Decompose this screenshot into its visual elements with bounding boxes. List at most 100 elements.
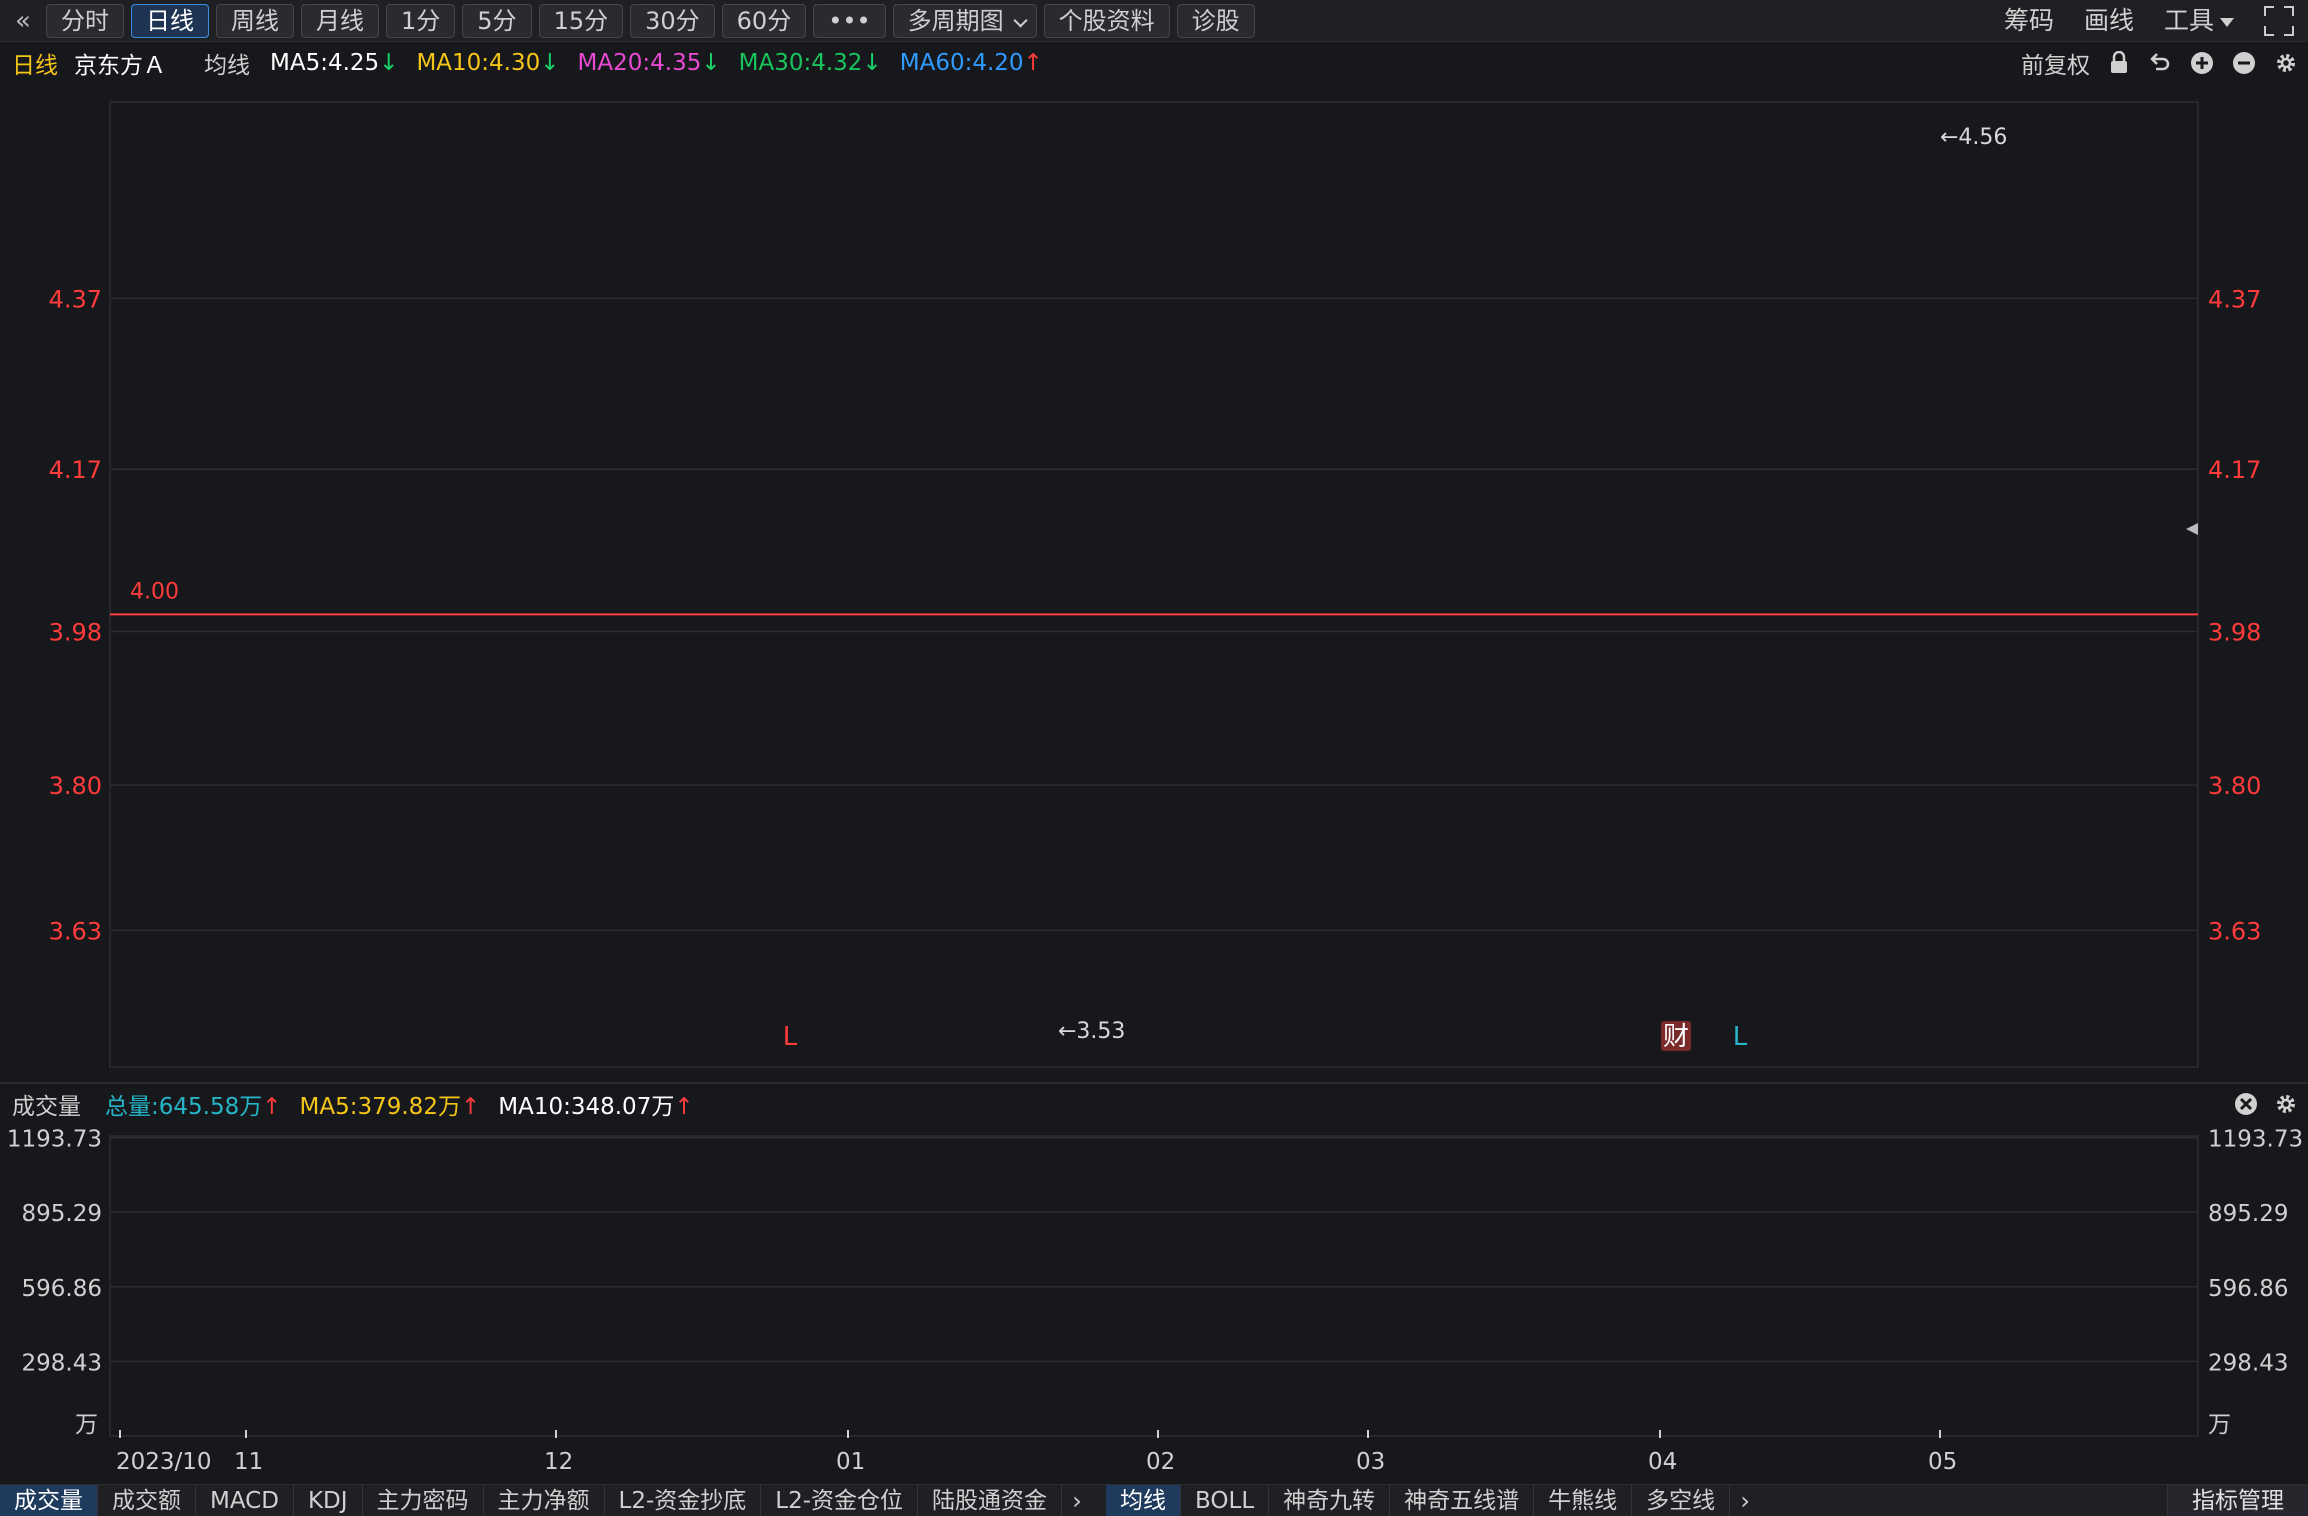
month-label: 01	[836, 1449, 866, 1475]
volume-tick-left: 1193.73	[7, 1127, 102, 1153]
lock-icon[interactable]	[2108, 51, 2130, 75]
legend-value-0: 总量:645.58万	[105, 1094, 263, 1120]
reference-line-label: 4.00	[130, 579, 179, 604]
volume-tick-left: 895.29	[22, 1201, 102, 1227]
tab-tabs-right-3[interactable]: 神奇五线谱	[1390, 1485, 1535, 1516]
latest-price-pointer	[2186, 522, 2198, 535]
period-button-label: 30分	[645, 7, 700, 35]
month-labels: 2023/10 11 12 01 02 03 04 05	[0, 1446, 2308, 1480]
month-label: 05	[1928, 1449, 1958, 1475]
tab-tabs-left-7[interactable]: L2-资金仓位	[761, 1485, 919, 1516]
stock-name[interactable]: 京东方Ａ	[74, 46, 166, 80]
arrow-up-icon: ↑	[460, 1094, 481, 1120]
tab-tabs-left-3[interactable]: KDJ	[294, 1485, 363, 1516]
period-button-7[interactable]: 30分	[630, 4, 715, 38]
tab-tabs-left-8[interactable]: 陆股通资金	[918, 1485, 1063, 1516]
arrow-up-icon: ↑	[674, 1094, 694, 1120]
indicator-manage-button[interactable]: 指标管理	[2167, 1485, 2308, 1516]
fullscreen-icon[interactable]	[2264, 6, 2294, 36]
volume-tick-right: 298.43	[2208, 1350, 2288, 1376]
tab-tabs-left-5[interactable]: 主力净额	[484, 1485, 605, 1516]
zoom-in-icon[interactable]	[2190, 51, 2214, 75]
chevron-right-icon[interactable]: ›	[1062, 1485, 1092, 1516]
volume-tick-right: 596.86	[2208, 1276, 2288, 1302]
arrow-down-icon: ↓	[379, 50, 399, 76]
period-button-label: 1分	[401, 7, 441, 35]
tools-menu-button[interactable]: 工具	[2164, 4, 2234, 38]
signal-marker-l[interactable]: L	[1733, 1022, 1748, 1052]
tab-tabs-right-1[interactable]: BOLL	[1181, 1485, 1270, 1516]
tab-tabs-left-4[interactable]: 主力密码	[363, 1485, 484, 1516]
arrow-down-icon: ↓	[862, 50, 882, 76]
month-label: 04	[1648, 1449, 1678, 1475]
tab-tabs-left-6[interactable]: L2-资金抄底	[605, 1485, 762, 1516]
tab-tabs-left-1[interactable]: 成交额	[98, 1485, 196, 1516]
signal-marker-l[interactable]: L	[783, 1022, 798, 1052]
tab-tabs-left-2[interactable]: MACD	[196, 1485, 294, 1516]
ma-label[interactable]: 均线	[204, 46, 250, 80]
indicator-tab-bar: 成交量 成交额 MACD KDJ 主力密码 主力净额 L2-资金抄底 L2-资金仓位 陆股通资金…	[0, 1484, 2308, 1516]
volume-axis: 1193.73 1193.73 895.29 895.29 596.86 596.86 29…	[7, 1127, 2303, 1438]
tab-tabs-right-2[interactable]: 神奇九转	[1269, 1485, 1391, 1516]
period-button-10[interactable]: 多周期图	[892, 4, 1037, 38]
gear-icon[interactable]	[2274, 51, 2298, 75]
tab-tabs-left-0[interactable]: 成交量	[0, 1485, 98, 1516]
price-plot-frame	[109, 101, 2199, 1068]
period-button-3[interactable]: 月线	[301, 4, 379, 38]
legend-right-controls: 前复权	[2021, 46, 2298, 80]
period-button-0[interactable]: 分时	[46, 4, 124, 38]
volume-legend-controls	[2234, 1088, 2298, 1120]
period-button-1[interactable]: 日线	[131, 4, 209, 38]
period-high-label: ←4.56	[1940, 125, 2007, 150]
period-button-8[interactable]: 60分	[721, 4, 807, 38]
tab-tabs-right-4[interactable]: 牛熊线	[1534, 1485, 1633, 1516]
volume-title[interactable]: 成交量	[12, 1087, 81, 1121]
month-label: 12	[544, 1449, 574, 1475]
ma-values: MA5:4.25↓ MA10:4.30↓ MA20:4.35↓ MA30:4.32↓ M…	[270, 50, 1061, 76]
period-button-4[interactable]: 1分	[386, 4, 456, 38]
period-button-label: 个股资料	[1058, 7, 1155, 35]
tab-tabs-right-5[interactable]: 多空线	[1632, 1485, 1731, 1516]
date-axis	[119, 1430, 1941, 1438]
collapse-panel-icon[interactable]: «	[8, 4, 38, 38]
volume-tick-right: 895.29	[2208, 1201, 2288, 1227]
price-chart[interactable]: 4.37 4.37 4.17 4.17 3.98 3.98 3.80 3.80 3.63 3.63…	[0, 82, 2308, 1072]
price-grid	[109, 101, 2199, 1068]
price-tick-right: 3.63	[2208, 917, 2261, 945]
price-tick-right: 3.98	[2208, 618, 2261, 646]
zoom-out-icon[interactable]	[2232, 51, 2256, 75]
close-icon[interactable]	[2234, 1092, 2258, 1116]
legend-value-3: MA30:4.32	[738, 50, 863, 76]
draw-line-button[interactable]: 画线	[2084, 4, 2134, 38]
adjust-mode[interactable]: 前复权	[2021, 46, 2090, 80]
price-tick-left: 4.37	[49, 285, 102, 313]
period-button-label: 5分	[477, 7, 517, 35]
chips-button[interactable]: 筹码	[2004, 4, 2054, 38]
legend-value-2: MA20:4.35	[577, 50, 702, 76]
period-button-9[interactable]: •••	[813, 4, 886, 38]
pane-divider[interactable]	[0, 1082, 2308, 1084]
price-tick-left: 4.17	[49, 456, 102, 484]
period-button-2[interactable]: 周线	[216, 4, 294, 38]
tab-tabs-right-0[interactable]: 均线	[1106, 1485, 1182, 1516]
period-toolbar: « 分时 日线 周线 月线 1分 5分 15分 30分 60分 ••• 多周期图 个股资料 诊股 筹码 …	[0, 0, 2308, 42]
gear-icon[interactable]	[2274, 1092, 2298, 1116]
period-button-label: 日线	[146, 7, 194, 35]
undo-icon[interactable]	[2148, 51, 2172, 75]
financial-report-marker[interactable]: 财	[1663, 1022, 1689, 1052]
chevron-right-icon[interactable]: ›	[1730, 1485, 1760, 1516]
volume-tick-left: 596.86	[22, 1276, 102, 1302]
period-low-label: ←3.53	[1058, 1019, 1125, 1044]
period-button-label: 周线	[231, 7, 279, 35]
period-button-label: 60分	[736, 7, 792, 35]
volume-chart[interactable]: 1193.73 1193.73 895.29 895.29 596.86 596.86 29…	[0, 1124, 2308, 1440]
volume-unit-left: 万	[75, 1412, 98, 1438]
price-annotations: ←4.56 ←3.53	[1058, 125, 2198, 1044]
period-button-5[interactable]: 5分	[462, 4, 532, 38]
period-button-6[interactable]: 15分	[538, 4, 624, 38]
price-tick-right: 3.80	[2208, 772, 2261, 800]
overlay-tabs: 均线 BOLL 神奇九转 神奇五线谱 牛熊线 多空线	[1106, 1485, 1731, 1516]
volume-legend: 成交量 总量:645.58万↑ MA5:379.82万↑ MA10:348.07万↑	[12, 1088, 712, 1120]
period-button-12[interactable]: 诊股	[1176, 4, 1255, 38]
period-button-11[interactable]: 个股资料	[1043, 4, 1170, 38]
